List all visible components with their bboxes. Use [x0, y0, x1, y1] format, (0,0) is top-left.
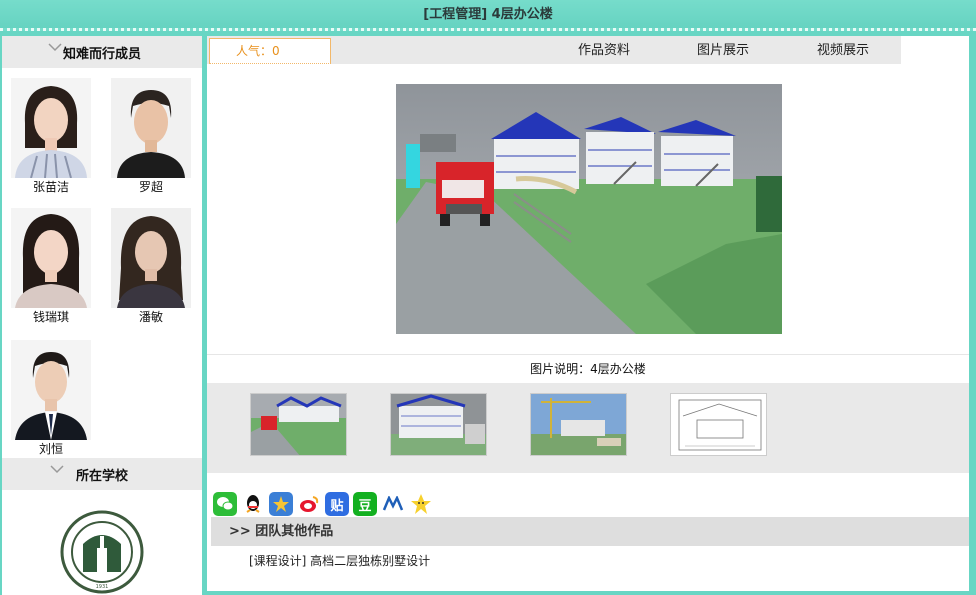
image-caption: 图片说明：4层办公楼 — [530, 362, 646, 376]
caption-divider — [207, 354, 969, 355]
member-card[interactable]: 罗超 — [110, 78, 192, 194]
tab-image-gallery[interactable]: 图片展示 — [697, 36, 749, 66]
weibo-icon[interactable] — [297, 492, 321, 516]
thumbnail-1[interactable] — [250, 393, 347, 456]
douban-icon[interactable]: 豆 — [353, 492, 377, 516]
thumbnail-3[interactable] — [530, 393, 627, 456]
member-photo — [11, 78, 91, 178]
thumbnail-strip — [207, 383, 969, 473]
renren-icon[interactable] — [381, 492, 405, 516]
tieba-icon[interactable]: 贴 — [325, 492, 349, 516]
sidebar: 知难而行成员 张苗洁 罗超 钱瑞琪 潘敏 刘恒 所在学校 1931 — [2, 36, 202, 595]
other-works-heading: >> 团队其他作品 — [211, 517, 969, 546]
tab-bar: 人气：0 作品资料 图片展示 视频展示 — [207, 36, 901, 64]
other-work-link[interactable]: [课程设计] 高档二层独栋别墅设计 — [249, 552, 430, 569]
member-photo — [111, 78, 191, 178]
member-photo — [111, 208, 191, 308]
tab-work-info[interactable]: 作品资料 — [578, 36, 630, 66]
members-list: 张苗洁 罗超 钱瑞琪 潘敏 刘恒 — [2, 68, 202, 458]
member-card[interactable]: 潘敏 — [110, 208, 192, 324]
member-card[interactable]: 张苗洁 — [10, 78, 92, 194]
school-heading: 所在学校 — [2, 458, 202, 490]
svg-text:1931: 1931 — [96, 584, 109, 590]
tab-video[interactable]: 视频展示 — [817, 36, 869, 66]
thumbnail-2[interactable] — [390, 393, 487, 456]
member-card[interactable]: 钱瑞琪 — [10, 208, 92, 324]
member-card[interactable]: 刘恒 — [10, 340, 92, 456]
chevron-down-icon — [48, 43, 62, 52]
page-title: [工程管理] 4层办公楼 — [0, 0, 976, 31]
chevron-down-icon — [50, 465, 64, 474]
right-border — [969, 34, 976, 595]
members-heading: 知难而行成员 — [2, 36, 202, 68]
thumbnail-4[interactable] — [670, 393, 767, 456]
qzone-icon[interactable] — [269, 492, 293, 516]
kaixin-icon[interactable] — [409, 492, 433, 516]
school-seal-icon: 1931 — [60, 510, 144, 594]
share-bar: 贴 豆 — [213, 492, 433, 518]
member-photo — [11, 340, 91, 440]
qq-icon[interactable] — [241, 492, 265, 516]
wechat-icon[interactable] — [213, 492, 237, 516]
school-logo[interactable]: 1931 — [57, 508, 147, 595]
popularity-counter: 人气：0 — [209, 38, 331, 64]
main-image[interactable] — [396, 84, 782, 334]
main-panel: 人气：0 作品资料 图片展示 视频展示 图片说明：4层办公楼 贴 豆 >> 团队… — [207, 36, 969, 591]
member-photo — [11, 208, 91, 308]
